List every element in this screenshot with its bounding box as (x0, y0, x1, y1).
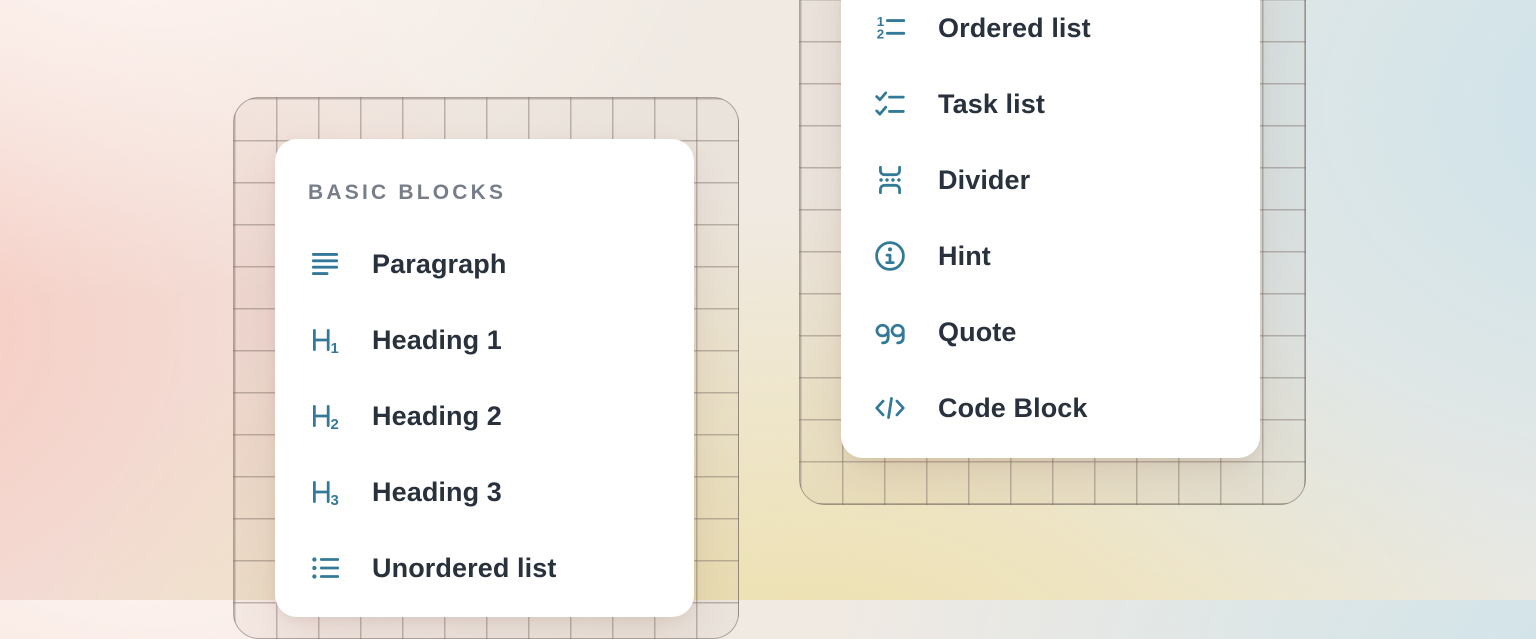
code-block-icon (873, 391, 907, 425)
basic-blocks-panel: BASIC BLOCKS Paragraph 1 Heading 1 2 (275, 139, 694, 617)
heading-1-icon: 1 (308, 323, 342, 357)
menu-item-label: Unordered list (372, 553, 556, 584)
menu-item-heading-1[interactable]: 1 Heading 1 (275, 302, 694, 378)
block-menu-illustration: { "accent_color": "#337a99", "label_colo… (0, 0, 1536, 600)
heading-2-icon: 2 (308, 399, 342, 433)
quote-icon (873, 315, 907, 349)
menu-item-task-list[interactable]: Task list (841, 66, 1260, 142)
menu-item-quote[interactable]: Quote (841, 294, 1260, 370)
heading-2-digit: 2 (331, 417, 339, 433)
ordered-digit-2: 2 (877, 27, 884, 42)
menu-item-label: Quote (938, 317, 1017, 348)
menu-item-label: Hint (938, 241, 991, 272)
menu-item-label: Ordered list (938, 13, 1091, 44)
menu-item-label: Paragraph (372, 249, 506, 280)
menu-item-label: Heading 2 (372, 401, 502, 432)
panel-title: BASIC BLOCKS (308, 181, 506, 205)
menu-item-label: Code Block (938, 393, 1088, 424)
menu-item-paragraph[interactable]: Paragraph (275, 226, 694, 302)
hint-icon (873, 239, 907, 273)
menu-item-ordered-list[interactable]: 1 2 Ordered list (841, 0, 1260, 66)
heading-3-icon: 3 (308, 475, 342, 509)
menu-item-divider[interactable]: Divider (841, 142, 1260, 218)
menu-item-heading-2[interactable]: 2 Heading 2 (275, 378, 694, 454)
menu-item-label: Divider (938, 165, 1030, 196)
paragraph-icon (308, 247, 342, 281)
menu-item-label: Heading 1 (372, 325, 502, 356)
menu-items: Paragraph 1 Heading 1 2 Heading 2 (275, 226, 694, 606)
unordered-list-icon (308, 551, 342, 585)
more-blocks-panel: 1 2 Ordered list Task list (841, 0, 1260, 458)
menu-item-heading-3[interactable]: 3 Heading 3 (275, 454, 694, 530)
menu-items: 1 2 Ordered list Task list (841, 0, 1260, 446)
divider-icon (873, 163, 907, 197)
menu-item-unordered-list[interactable]: Unordered list (275, 530, 694, 606)
heading-3-digit: 3 (331, 493, 339, 509)
menu-item-hint[interactable]: Hint (841, 218, 1260, 294)
ordered-list-icon: 1 2 (873, 11, 907, 45)
menu-item-code-block[interactable]: Code Block (841, 370, 1260, 446)
task-list-icon (873, 87, 907, 121)
menu-item-label: Task list (938, 89, 1045, 120)
menu-item-label: Heading 3 (372, 477, 502, 508)
heading-1-digit: 1 (331, 341, 339, 357)
